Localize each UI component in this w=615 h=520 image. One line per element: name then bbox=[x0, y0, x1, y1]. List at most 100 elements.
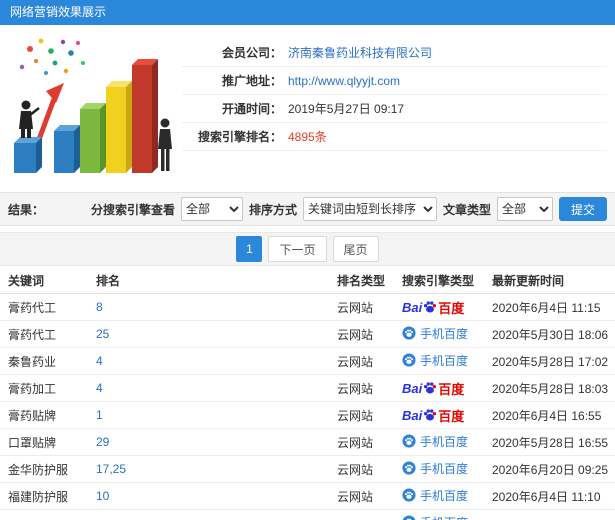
engine-cell: 手机百度 bbox=[394, 325, 484, 344]
engine-cell: 手机百度 bbox=[394, 514, 484, 520]
filter-controls: 分搜索引擎查看 全部 排序方式 关键词由短到长排序 文章类型 全部 提交 bbox=[91, 197, 607, 221]
submit-button[interactable]: 提交 bbox=[558, 197, 607, 221]
header-update-time: 最新更新时间 bbox=[492, 274, 565, 288]
baidu-logo-cjk: 百度 bbox=[438, 381, 465, 397]
field-site: 推广地址： http://www.qlyyjt.com bbox=[182, 67, 607, 95]
bar-chart-graphic bbox=[14, 38, 172, 173]
update-time-cell: 2020年6月4日 11:10 bbox=[492, 489, 601, 504]
field-engine-rank: 搜索引擎排名： 4895条 bbox=[182, 123, 607, 151]
next-page-button[interactable]: 下一页 bbox=[268, 236, 327, 262]
rank-link[interactable]: 29 bbox=[96, 435, 109, 449]
update-time-cell: 2020年5月28日 16:55 bbox=[492, 435, 609, 450]
sort-mode-label: 排序方式 bbox=[248, 202, 297, 217]
table-row: 膏药贴牌 1 云网站 Bai 百度 2020年6月4日 16:55 bbox=[0, 402, 615, 429]
title-bar: 网络营销效果展示 bbox=[0, 0, 615, 25]
baidu-logo-latin: Bai bbox=[402, 380, 423, 396]
keyword-cell: 金华防护服 bbox=[8, 462, 69, 477]
mobile-baidu-icon bbox=[402, 515, 416, 520]
baidu-logo-latin: Bai bbox=[402, 299, 423, 315]
engine-cell: Bai 百度 bbox=[394, 406, 484, 425]
baidu-paw-icon bbox=[424, 382, 437, 394]
header-engine-type: 搜索引擎类型 bbox=[402, 274, 475, 288]
mobile-baidu-label: 手机百度 bbox=[420, 488, 469, 503]
open-time-label: 开通时间： bbox=[221, 102, 282, 116]
engine-filter-label: 分搜索引擎查看 bbox=[90, 202, 175, 217]
table-header-row: 关键词 排名 排名类型 搜索引擎类型 最新更新时间 bbox=[0, 268, 615, 294]
article-type-label: 文章类型 bbox=[442, 202, 491, 217]
keyword-cell: 膏药加工 bbox=[8, 381, 57, 396]
rank-link[interactable]: 25 bbox=[96, 327, 109, 341]
mobile-baidu-icon bbox=[402, 461, 416, 475]
mobile-baidu-icon bbox=[402, 488, 416, 502]
keyword-rank-table: 关键词 排名 排名类型 搜索引擎类型 最新更新时间 膏药代工 8 云网站 Bai… bbox=[0, 268, 615, 520]
rank-link[interactable]: 10 bbox=[96, 489, 109, 503]
engine-rank-count: 4895条 bbox=[288, 130, 327, 144]
rank-type-cell: 云网站 bbox=[337, 408, 374, 423]
page-current[interactable]: 1 bbox=[236, 236, 263, 262]
mobile-baidu-label: 手机百度 bbox=[420, 353, 469, 368]
results-label: 结果： bbox=[8, 202, 45, 217]
sort-mode-select[interactable]: 关键词由短到长排序 bbox=[302, 197, 437, 221]
article-type-select[interactable]: 全部 bbox=[496, 197, 553, 221]
rank-type-cell: 云网站 bbox=[337, 462, 374, 477]
mobile-baidu-logo: 手机百度 bbox=[402, 433, 468, 450]
header-rank: 排名 bbox=[96, 274, 121, 288]
pagination: 1 下一页 尾页 bbox=[0, 232, 615, 266]
chart-illustration bbox=[8, 33, 176, 178]
table-row: 膏药加工 4 云网站 Bai 百度 2020年5月28日 18:03 bbox=[0, 375, 615, 402]
table-row: 福建防护服 10 云网站 手机百度 2020年6月4日 11:10 bbox=[0, 483, 615, 510]
engine-cell: 手机百度 bbox=[394, 487, 484, 506]
field-open-time: 开通时间： 2019年5月27日 09:17 bbox=[182, 95, 607, 123]
rank-link[interactable]: 4 bbox=[96, 381, 103, 395]
mobile-baidu-logo: 手机百度 bbox=[402, 325, 468, 342]
table-row: 膏药代工 8 云网站 Bai 百度 2020年6月4日 11:15 bbox=[0, 294, 615, 321]
baidu-logo-latin: Bai bbox=[402, 407, 423, 423]
mobile-baidu-logo: 手机百度 bbox=[402, 487, 468, 504]
company-label: 会员公司： bbox=[221, 46, 282, 60]
member-info-section: 会员公司： 济南秦鲁药业科技有限公司 推广地址： http://www.qlyy… bbox=[0, 25, 615, 186]
update-time-cell: 2020年6月4日 11:15 bbox=[492, 300, 601, 315]
last-page-button[interactable]: 尾页 bbox=[332, 236, 379, 262]
table-row: 金华防护服 17,25 云网站 手机百度 2020年6月20日 09:25 bbox=[0, 456, 615, 483]
update-time-cell: 2020年5月28日 17:02 bbox=[492, 354, 609, 369]
rank-type-cell: 云网站 bbox=[337, 435, 374, 450]
rank-link[interactable]: 17,25 bbox=[96, 462, 126, 476]
engine-cell: 手机百度 bbox=[394, 460, 484, 479]
keyword-cell: 秦鲁药业 bbox=[8, 354, 57, 369]
site-label: 推广地址： bbox=[221, 74, 282, 88]
rank-link[interactable]: 1 bbox=[96, 408, 103, 422]
engine-cell: Bai 百度 bbox=[394, 298, 484, 317]
engine-filter-select[interactable]: 全部 bbox=[180, 197, 243, 221]
baidu-paw-icon bbox=[424, 409, 437, 421]
rank-type-cell: 云网站 bbox=[337, 354, 374, 369]
baidu-logo: Bai 百度 bbox=[402, 298, 464, 317]
update-time-cell: 2020年6月20日 09:25 bbox=[492, 462, 609, 477]
mobile-baidu-icon bbox=[402, 434, 416, 448]
keyword-cell: 口罩贴牌 bbox=[8, 435, 57, 450]
rank-type-cell: 云网站 bbox=[337, 381, 374, 396]
table-body: 膏药代工 8 云网站 Bai 百度 2020年6月4日 11:15 膏药代工 2… bbox=[0, 294, 615, 520]
mobile-baidu-icon bbox=[402, 353, 416, 367]
table-row: 手机百度 bbox=[0, 510, 615, 520]
company-link[interactable]: 济南秦鲁药业科技有限公司 bbox=[288, 44, 432, 61]
update-time-cell: 2020年6月4日 16:55 bbox=[492, 408, 602, 423]
member-fields: 会员公司： 济南秦鲁药业科技有限公司 推广地址： http://www.qlyy… bbox=[182, 33, 607, 178]
engine-rank-label: 搜索引擎排名： bbox=[197, 130, 282, 144]
mobile-baidu-logo: 手机百度 bbox=[402, 460, 468, 477]
rank-type-cell: 云网站 bbox=[337, 489, 374, 504]
field-company: 会员公司： 济南秦鲁药业科技有限公司 bbox=[182, 39, 607, 67]
table-row: 膏药代工 25 云网站 手机百度 2020年5月30日 18:06 bbox=[0, 321, 615, 348]
engine-cell: 手机百度 bbox=[394, 433, 484, 452]
mobile-baidu-label: 手机百度 bbox=[420, 461, 469, 476]
baidu-logo: Bai 百度 bbox=[402, 406, 464, 425]
rank-link[interactable]: 8 bbox=[96, 300, 103, 314]
engine-cell: Bai 百度 bbox=[394, 379, 484, 398]
engine-cell: 手机百度 bbox=[394, 352, 484, 371]
table-row: 秦鲁药业 4 云网站 手机百度 2020年5月28日 17:02 bbox=[0, 348, 615, 375]
filter-bar: 结果： 分搜索引擎查看 全部 排序方式 关键词由短到长排序 文章类型 全部 提交 bbox=[0, 192, 615, 226]
rank-type-cell: 云网站 bbox=[337, 300, 374, 315]
rank-link[interactable]: 4 bbox=[96, 354, 103, 368]
keyword-cell: 膏药代工 bbox=[8, 300, 57, 315]
site-url-link[interactable]: http://www.qlyyjt.com bbox=[288, 74, 400, 88]
baidu-paw-icon bbox=[424, 301, 437, 313]
